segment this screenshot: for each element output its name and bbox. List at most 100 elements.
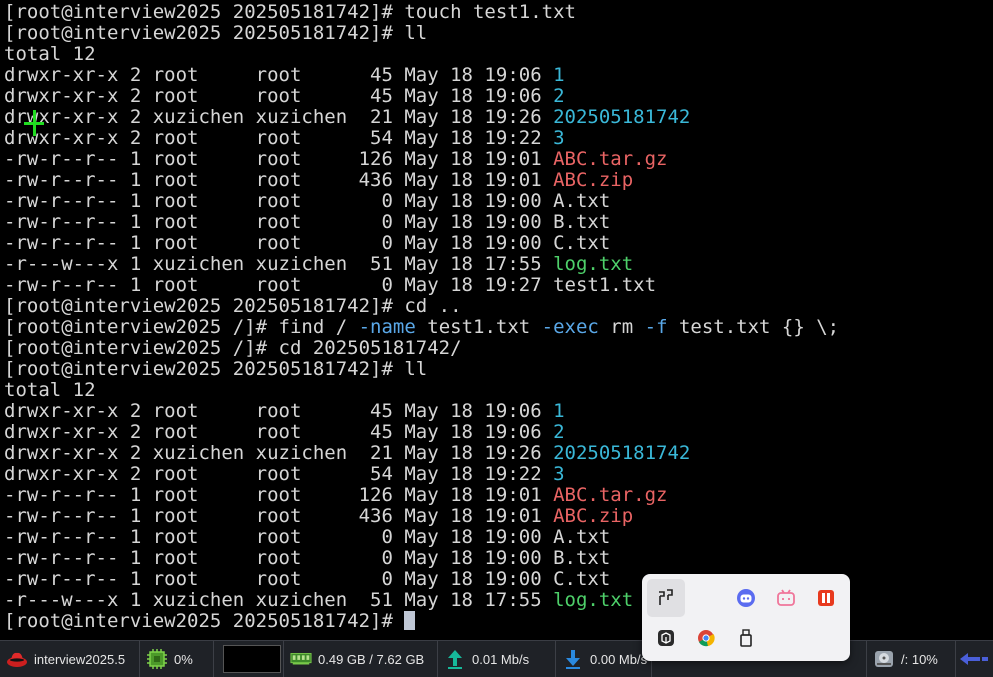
terminal-line: -rw-r--r-- 1 root root 0 May 18 19:00 C.… <box>4 233 610 254</box>
terminal-line: [root@interview2025 /]# find / -name tes… <box>4 317 839 338</box>
terminal-text: -rw-r--r-- 1 root root 0 May 18 19:00 A.… <box>4 526 611 548</box>
upload-arrow-icon <box>444 648 466 670</box>
host-segment[interactable]: interview2025.5 <box>0 641 140 677</box>
terminal-text: drwxr-xr-x 2 root root 45 May 18 19:06 <box>4 421 554 443</box>
terminal-line: -rw-r--r-- 1 root root 126 May 18 19:01 … <box>4 149 667 170</box>
terminal-text: rm <box>598 316 645 338</box>
terminal-line: total 12 <box>4 380 96 401</box>
terminal-line: -rw-r--r-- 1 root root 0 May 18 19:00 B.… <box>4 212 610 233</box>
terminal-text: test1.txt <box>415 316 542 338</box>
terminal-line: -rw-r--r-- 1 root root 0 May 18 19:00 B.… <box>4 548 610 569</box>
terminal-text: test.txt {} \; <box>667 316 840 338</box>
chrome-icon[interactable] <box>696 628 716 648</box>
cpu-usage: 0% <box>174 651 193 667</box>
terminal-text: drwxr-xr-x 2 xuzichen xuzichen 21 May 18… <box>4 442 554 464</box>
file-name: log.txt <box>553 253 634 275</box>
terminal-line: drwxr-xr-x 2 xuzichen xuzichen 21 May 18… <box>4 107 690 128</box>
file-name: 3 <box>553 127 565 149</box>
disk-drive-icon <box>873 648 895 670</box>
terminal-line: -rw-r--r-- 1 root root 436 May 18 19:01 … <box>4 506 633 527</box>
terminal-text: -rw-r--r-- 1 root root 0 May 18 19:00 C.… <box>4 232 611 254</box>
bilibili-icon[interactable] <box>776 588 796 608</box>
terminal-line: [root@interview2025 202505181742]# cd .. <box>4 296 462 317</box>
terminal-line: [root@interview2025 202505181742]# ll <box>4 23 427 44</box>
cpu-segment[interactable]: 0% <box>140 641 214 677</box>
terminal-text: [root@interview2025 202505181742]# touch… <box>4 1 576 23</box>
upload-rate: 0.01 Mb/s <box>472 651 530 667</box>
file-name: 202505181742 <box>553 442 691 464</box>
terminal-text: -rw-r--r-- 1 root root 0 May 18 19:27 te… <box>4 274 657 296</box>
terminal-line: -rw-r--r-- 1 root root 0 May 18 19:00 A.… <box>4 191 610 212</box>
terminal-text: [root@interview2025 202505181742]# <box>4 610 405 632</box>
terminal-line: [root@interview2025 /]# cd 202505181742/ <box>4 338 462 359</box>
file-name: ABC.tar.gz <box>553 148 668 170</box>
terminal-line: -rw-r--r-- 1 root root 0 May 18 19:00 A.… <box>4 527 610 548</box>
red-app-icon[interactable] <box>816 588 836 608</box>
terminal-text: -rw-r--r-- 1 root root 126 May 18 19:01 <box>4 148 554 170</box>
terminal-window[interactable]: [root@interview2025 202505181742]# touch… <box>0 0 993 640</box>
memory-ram-icon <box>290 648 312 670</box>
upload-segment[interactable]: 0.01 Mb/s <box>438 641 556 677</box>
terminal-line: [root@interview2025 202505181742]# <box>4 610 416 632</box>
memory-segment[interactable]: 0.49 GB / 7.62 GB <box>284 641 438 677</box>
disk-segment[interactable]: /: 10% <box>866 641 956 677</box>
terminal-line: drwxr-xr-x 2 root root 45 May 18 19:06 2 <box>4 422 565 443</box>
file-name: 202505181742 <box>553 106 691 128</box>
file-name: 1 <box>553 64 565 86</box>
terminal-line: -rw-r--r-- 1 root root 0 May 18 19:00 C.… <box>4 569 610 590</box>
terminal-text: total 12 <box>4 43 96 65</box>
file-name: 2 <box>553 85 565 107</box>
terminal-text: drwxr-xr-x 2 root root 54 May 18 19:22 <box>4 127 554 149</box>
terminal-text: -rw-r--r-- 1 root root 0 May 18 19:00 B.… <box>4 211 611 233</box>
terminal-text: drwxr-xr-x 2 root root 45 May 18 19:06 <box>4 64 554 86</box>
terminal-text: [root@interview2025 /]# cd 202505181742/ <box>4 337 462 359</box>
download-arrow-icon <box>562 648 584 670</box>
terminal-text: [root@interview2025 202505181742]# ll <box>4 22 428 44</box>
terminal-text: -rw-r--r-- 1 root root 126 May 18 19:01 <box>4 484 554 506</box>
back-arrow-icon[interactable] <box>960 652 988 666</box>
file-name: ABC.tar.gz <box>553 484 668 506</box>
usb-drive-icon[interactable] <box>736 628 756 648</box>
terminal-text: -rw-r--r-- 1 root root 0 May 18 19:00 B.… <box>4 547 611 569</box>
terminal-line: drwxr-xr-x 2 root root 45 May 18 19:06 2 <box>4 86 565 107</box>
file-name: ABC.zip <box>553 505 634 527</box>
terminal-line: [root@interview2025 202505181742]# touch… <box>4 2 576 23</box>
box-app-icon[interactable] <box>656 628 676 648</box>
nav-arrows-segment[interactable] <box>956 641 993 677</box>
terminal-text: -rw-r--r-- 1 root root 0 May 18 19:00 C.… <box>4 568 611 590</box>
file-name: 2 <box>553 421 565 443</box>
terminal-text: drwxr-xr-x 2 root root 54 May 18 19:22 <box>4 463 554 485</box>
terminal-line: drwxr-xr-x 2 root root 45 May 18 19:06 1 <box>4 65 565 86</box>
terminal-line: drwxr-xr-x 2 root root 45 May 18 19:06 1 <box>4 401 565 422</box>
terminal-text: [root@interview2025 202505181742]# ll <box>4 358 428 380</box>
disk-usage: /: 10% <box>901 651 938 667</box>
terminal-line: [root@interview2025 202505181742]# ll <box>4 359 427 380</box>
terminal-text: drwxr-xr-x 2 root root 45 May 18 19:06 <box>4 400 554 422</box>
pinyin-input-icon[interactable] <box>656 588 676 608</box>
terminal-text: -r---w---x 1 xuzichen xuzichen 51 May 18… <box>4 589 554 611</box>
cpu-graph <box>223 645 281 673</box>
terminal-text: [root@interview2025 202505181742]# cd .. <box>4 295 462 317</box>
terminal-text: drwxr-xr-x 2 xuzichen xuzichen 21 May 18… <box>4 106 554 128</box>
terminal-text: total 12 <box>4 379 96 401</box>
terminal-text: -rw-r--r-- 1 root root 436 May 18 19:01 <box>4 505 554 527</box>
terminal-line: -r---w---x 1 xuzichen xuzichen 51 May 18… <box>4 254 633 275</box>
mouse-crosshair-icon <box>24 110 44 136</box>
terminal-text: [root@interview2025 /]# find / <box>4 316 359 338</box>
system-tray-popup <box>642 574 850 661</box>
terminal-cursor <box>404 611 416 630</box>
terminal-text: -r---w---x 1 xuzichen xuzichen 51 May 18… <box>4 253 554 275</box>
cpu-graph-segment <box>214 641 284 677</box>
cpu-chip-icon <box>146 648 168 670</box>
terminal-line: -rw-r--r-- 1 root root 0 May 18 19:27 te… <box>4 275 656 296</box>
terminal-line: -rw-r--r-- 1 root root 126 May 18 19:01 … <box>4 485 667 506</box>
download-segment[interactable]: 0.00 Mb/s <box>556 641 652 677</box>
file-name: log.txt <box>553 589 634 611</box>
terminal-line: -rw-r--r-- 1 root root 436 May 18 19:01 … <box>4 170 633 191</box>
terminal-line: -r---w---x 1 xuzichen xuzichen 51 May 18… <box>4 590 633 611</box>
terminal-line: total 12 <box>4 44 96 65</box>
terminal-text: -rw-r--r-- 1 root root 0 May 18 19:00 A.… <box>4 190 611 212</box>
assistant-bot-icon[interactable] <box>736 588 756 608</box>
file-name: ABC.zip <box>553 169 634 191</box>
terminal-line: drwxr-xr-x 2 root root 54 May 18 19:22 3 <box>4 128 565 149</box>
